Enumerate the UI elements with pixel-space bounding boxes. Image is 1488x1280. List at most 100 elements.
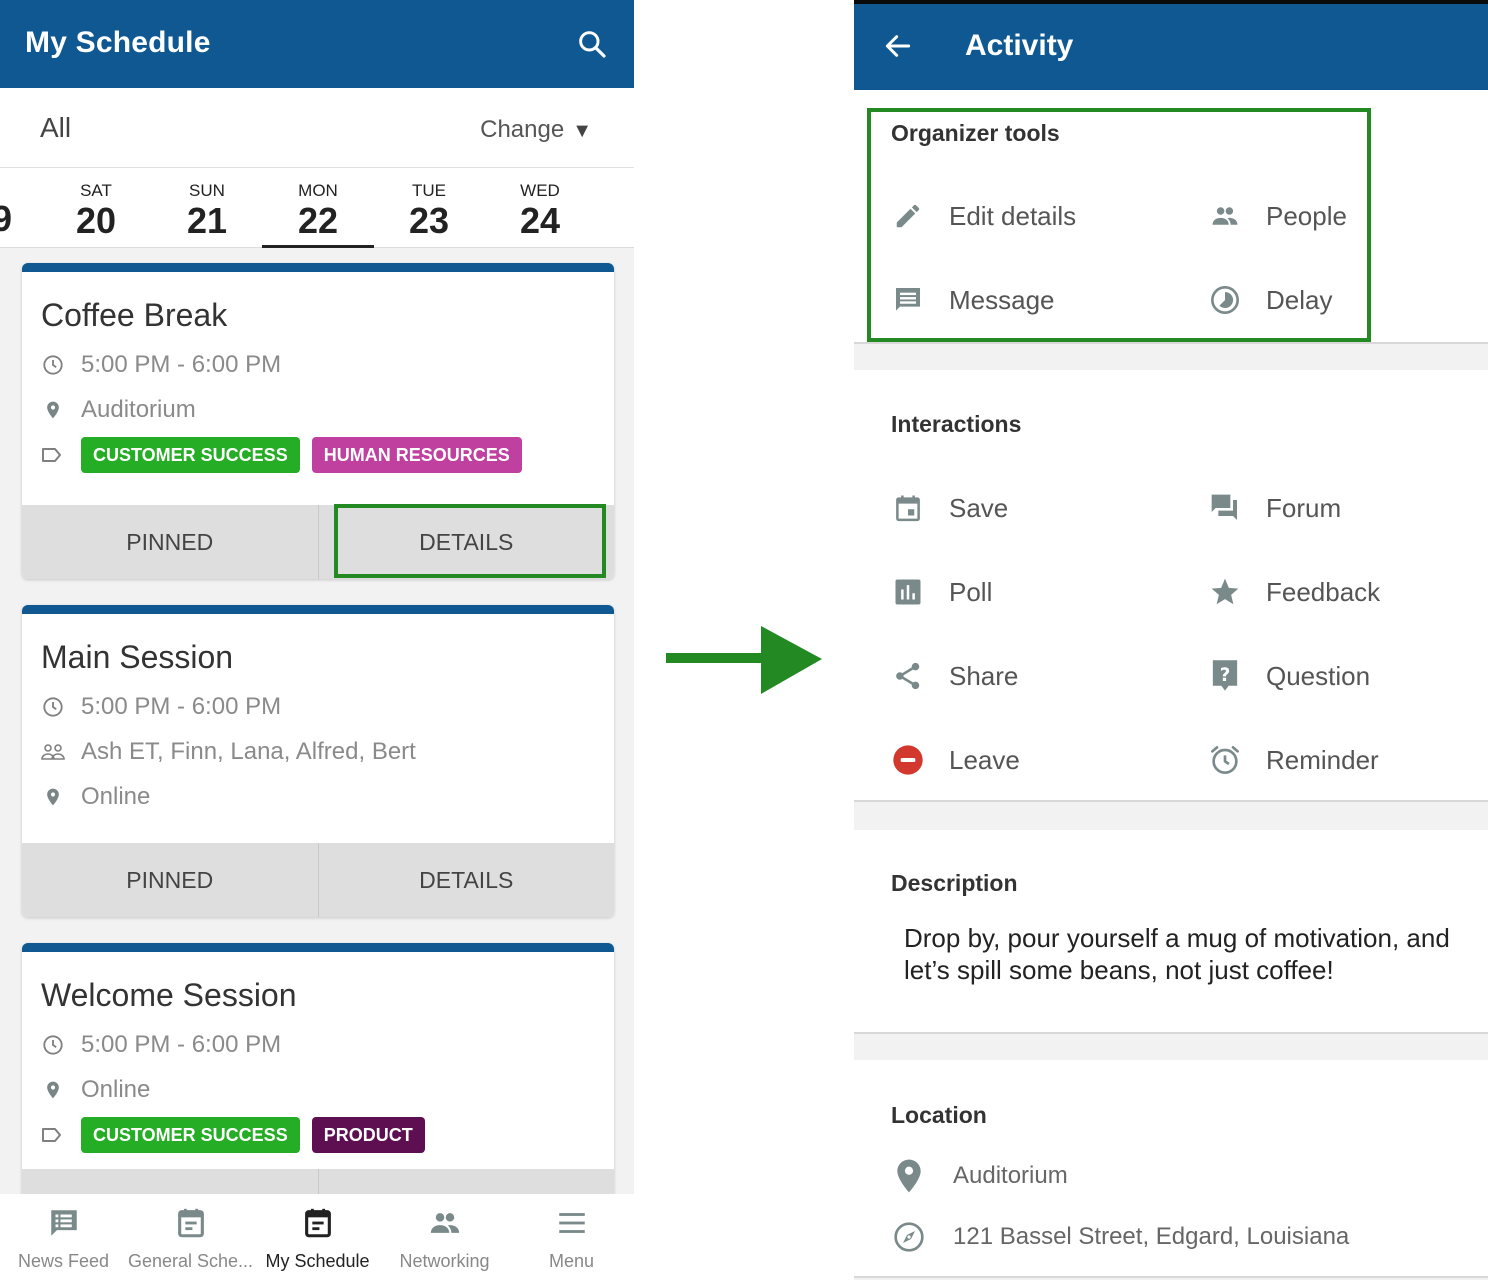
- pencil-icon: [891, 199, 925, 233]
- nav-networking[interactable]: Networking: [381, 1194, 508, 1280]
- app-bar: My Schedule: [0, 0, 634, 88]
- session-card[interactable]: Coffee Break 5:00 PM - 6:00 PM Auditoriu…: [22, 263, 614, 579]
- filter-label: All: [40, 112, 72, 143]
- message-button[interactable]: Message: [891, 280, 1055, 320]
- details-button[interactable]: DETAILS: [317, 505, 615, 579]
- item-label: Poll: [949, 576, 993, 607]
- delay-button[interactable]: Delay: [1208, 280, 1332, 320]
- people-icon: [430, 1213, 459, 1233]
- session-card[interactable]: Main Session 5:00 PM - 6:00 PM Ash ET, F…: [22, 605, 614, 917]
- session-location-row: Auditorium: [41, 387, 614, 432]
- item-label: Leave: [949, 744, 1020, 775]
- tag-icon: [41, 1123, 65, 1147]
- question-button[interactable]: ? Question: [1208, 656, 1370, 696]
- nav-label: General Sche...: [127, 1251, 254, 1271]
- nav-label: My Schedule: [265, 1251, 370, 1271]
- bottom-navigation: News Feed General Sche... My Schedule Ne…: [0, 1194, 634, 1280]
- search-icon[interactable]: [576, 28, 608, 60]
- location-pin-icon: [41, 398, 65, 422]
- star-icon: [1208, 575, 1242, 609]
- nav-news-feed[interactable]: News Feed: [0, 1194, 127, 1280]
- clock-icon: [41, 695, 65, 719]
- edit-details-button[interactable]: Edit details: [891, 196, 1076, 236]
- session-time: 5:00 PM - 6:00 PM: [81, 350, 282, 378]
- section-heading: Interactions: [891, 411, 1022, 437]
- pinned-button[interactable]: PINNED: [22, 505, 318, 579]
- share-button[interactable]: Share: [891, 656, 1018, 696]
- nav-general-schedule[interactable]: General Sche...: [127, 1194, 254, 1280]
- description-section: Description Drop by, pour yourself a mug…: [854, 830, 1488, 1034]
- session-speakers: Ash ET, Finn, Lana, Alfred, Bert: [81, 737, 416, 765]
- session-time: 5:00 PM - 6:00 PM: [81, 692, 282, 720]
- menu-icon: [558, 1213, 585, 1233]
- nav-my-schedule[interactable]: My Schedule: [254, 1194, 381, 1280]
- section-heading: Location: [891, 1102, 987, 1128]
- interactions-section: Interactions Save Forum Poll Feedback Sh…: [854, 370, 1488, 802]
- session-time: 5:00 PM - 6:00 PM: [81, 1030, 282, 1058]
- app-bar: Activity: [854, 4, 1488, 90]
- item-label: Share: [949, 660, 1019, 691]
- location-address: 121 Bassel Street, Edgard, Louisiana: [953, 1223, 1350, 1250]
- tag-icon: [41, 443, 65, 467]
- nav-menu[interactable]: Menu: [508, 1194, 634, 1280]
- location-venue-row[interactable]: Auditorium: [891, 1158, 1068, 1194]
- date-tab-selected[interactable]: MON 22: [262, 168, 374, 248]
- session-title: Welcome Session: [41, 977, 297, 1013]
- date-tab[interactable]: TUE 23: [373, 168, 485, 248]
- description-text: Drop by, pour yourself a mug of motivati…: [904, 923, 1450, 985]
- item-label: Forum: [1266, 492, 1342, 523]
- session-time-row: 5:00 PM - 6:00 PM: [41, 1022, 614, 1067]
- nav-label: Menu: [548, 1251, 595, 1271]
- share-icon: [891, 659, 925, 693]
- reminder-button[interactable]: Reminder: [1208, 740, 1379, 780]
- nav-label: Networking: [399, 1251, 490, 1271]
- back-arrow-icon[interactable]: [882, 30, 914, 62]
- day-number: 24: [519, 200, 561, 241]
- leave-icon: [891, 743, 925, 777]
- day-of-week: MON: [298, 181, 338, 200]
- session-location: Online: [81, 1075, 151, 1103]
- day-of-week: WED: [520, 181, 560, 200]
- tag-badge[interactable]: HUMAN RESOURCES: [311, 437, 522, 473]
- organizer-tools-section: Organizer tools Edit details People Mess…: [854, 90, 1488, 344]
- delay-icon: [1208, 283, 1242, 317]
- tag-badge[interactable]: CUSTOMER SUCCESS: [81, 437, 300, 473]
- location-pin-icon: [891, 1158, 927, 1194]
- item-label: Save: [949, 492, 1009, 523]
- day-of-week: SAT: [80, 181, 112, 200]
- date-tab[interactable]: WED 24: [484, 168, 596, 248]
- page-title: My Schedule: [25, 26, 211, 59]
- date-tab[interactable]: SAT 20: [40, 168, 152, 248]
- leave-button[interactable]: Leave: [891, 740, 1020, 780]
- session-title: Main Session: [41, 639, 234, 675]
- change-label: Change: [480, 116, 565, 143]
- message-icon: [891, 283, 925, 317]
- question-icon: ?: [1208, 659, 1242, 693]
- speakers-icon: [41, 740, 65, 764]
- location-address-row[interactable]: 121 Bassel Street, Edgard, Louisiana: [891, 1219, 1349, 1255]
- save-button[interactable]: Save: [891, 488, 1008, 528]
- day-number: 23: [408, 200, 450, 241]
- svg-text:?: ?: [1220, 665, 1231, 686]
- item-label: Reminder: [1266, 744, 1379, 775]
- pinned-button[interactable]: PINNED: [22, 843, 318, 917]
- news-feed-icon: [50, 1210, 77, 1236]
- people-button[interactable]: People: [1208, 196, 1347, 236]
- change-filter-button[interactable]: Change ▼: [480, 116, 592, 144]
- tag-badge[interactable]: CUSTOMER SUCCESS: [81, 1117, 300, 1153]
- item-label: Delay: [1266, 284, 1333, 315]
- tag-badge[interactable]: PRODUCT: [311, 1117, 425, 1153]
- location-pin-icon: [41, 1078, 65, 1102]
- day-number: 22: [297, 200, 339, 241]
- date-tab[interactable]: SUN 21: [151, 168, 263, 248]
- date-tab-partial[interactable]: 9: [0, 198, 12, 240]
- location-section: Location Auditorium 121 Bassel Street, E…: [854, 1060, 1488, 1278]
- day-number: 21: [186, 200, 228, 241]
- forum-button[interactable]: Forum: [1208, 488, 1341, 528]
- feedback-button[interactable]: Feedback: [1208, 572, 1380, 612]
- session-time-row: 5:00 PM - 6:00 PM: [41, 342, 614, 387]
- poll-button[interactable]: Poll: [891, 572, 992, 612]
- details-button[interactable]: DETAILS: [317, 843, 615, 917]
- activity-screen: Activity Organizer tools Edit details Pe…: [854, 0, 1488, 1280]
- poll-icon: [891, 575, 925, 609]
